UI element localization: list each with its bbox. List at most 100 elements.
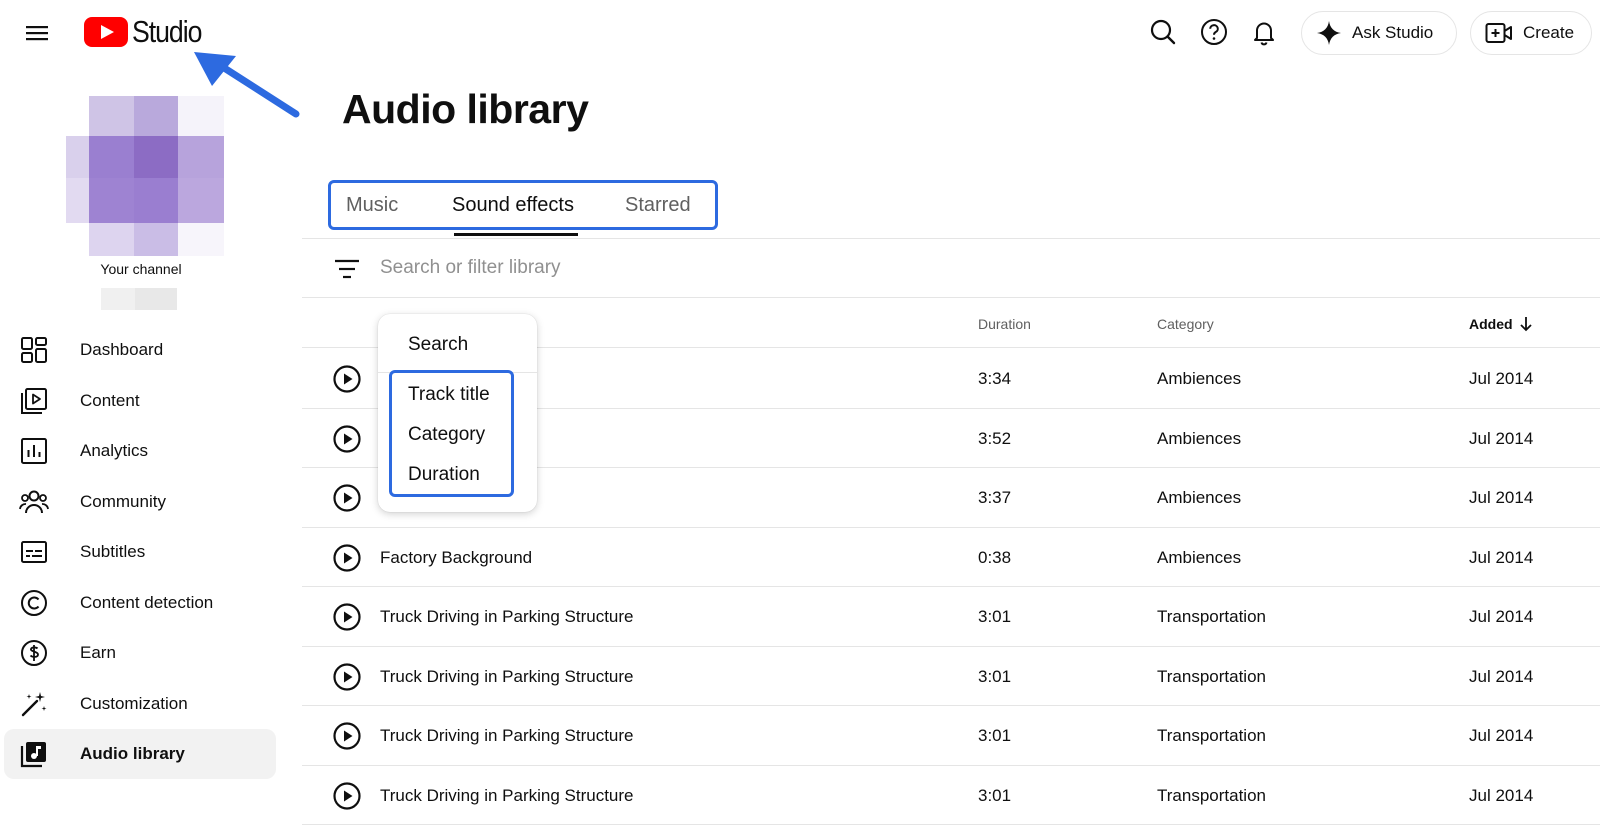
track-title: Truck Driving in Parking Structure xyxy=(380,666,634,686)
youtube-logo-icon xyxy=(84,17,128,47)
table-row[interactable]: Factory Background 0:38 Ambiences Jul 20… xyxy=(302,528,1600,587)
filter-bar xyxy=(302,239,1600,298)
sidebar-item-community[interactable]: Community xyxy=(4,477,276,527)
your-channel-label: Your channel xyxy=(100,261,182,277)
track-category: Ambiences xyxy=(1157,547,1242,567)
play-icon[interactable] xyxy=(332,662,362,692)
create-label: Create xyxy=(1523,23,1575,42)
sidebar-item-content-detection[interactable]: Content detection xyxy=(4,578,276,628)
tab-sound-effects[interactable]: Sound effects xyxy=(452,183,574,233)
sidebar-item-customization[interactable]: Customization xyxy=(4,679,276,729)
track-category: Transportation xyxy=(1157,726,1266,745)
copyright-icon xyxy=(19,588,49,618)
sidebar-item-audio-library[interactable]: Audio library xyxy=(4,729,276,779)
menu-item-track-title[interactable]: Track title xyxy=(408,384,490,406)
sidebar-item-analytics[interactable]: Analytics xyxy=(4,426,276,476)
track-category: Ambiences xyxy=(1157,428,1242,448)
track-added: Jul 2014 xyxy=(1469,369,1534,388)
track-category: Ambiences xyxy=(1157,369,1242,388)
ask-studio-button[interactable]: Ask Studio xyxy=(1301,11,1457,55)
play-icon[interactable] xyxy=(332,781,362,811)
track-duration: 3:52 xyxy=(978,428,1012,448)
play-icon[interactable] xyxy=(332,424,362,454)
menu-icon[interactable] xyxy=(22,18,52,48)
track-title: Truck Driving in Parking Structure xyxy=(380,785,634,805)
track-category: Transportation xyxy=(1157,666,1266,686)
audio-library-icon xyxy=(19,739,49,769)
column-header-added[interactable]: Added xyxy=(1469,316,1533,332)
sidebar-item-subtitles[interactable]: Subtitles xyxy=(4,527,276,577)
filter-icon[interactable] xyxy=(332,256,362,282)
play-icon[interactable] xyxy=(332,364,362,394)
track-duration: 3:01 xyxy=(978,726,1012,745)
tab-bar: Music Sound effects Starred xyxy=(328,180,718,230)
subtitles-icon xyxy=(19,537,49,567)
analytics-icon xyxy=(19,436,49,466)
play-icon[interactable] xyxy=(332,721,362,751)
track-duration: 3:34 xyxy=(978,369,1012,388)
search-input[interactable] xyxy=(380,251,980,285)
play-icon[interactable] xyxy=(332,483,362,513)
sidebar-item-label: Audio library xyxy=(80,744,185,763)
sidebar-item-label: Community xyxy=(80,491,166,511)
track-added: Jul 2014 xyxy=(1469,428,1534,448)
sidebar-item-label: Earn xyxy=(80,643,116,662)
track-duration: 3:01 xyxy=(978,666,1012,686)
table-row[interactable]: Truck Driving in Parking Structure 3:01 … xyxy=(302,587,1600,647)
table-row[interactable]: Truck Driving in Parking Structure 3:01 … xyxy=(302,766,1600,825)
sidebar-nav: Dashboard Content Analytics Community Su… xyxy=(4,325,276,780)
menu-item-search[interactable]: Search xyxy=(408,334,468,356)
dollar-icon xyxy=(19,638,49,668)
track-duration: 3:01 xyxy=(978,785,1012,805)
sidebar: Your channel Dashboard Content Analytics xyxy=(0,66,282,837)
menu-item-category[interactable]: Category xyxy=(408,424,485,446)
magic-wand-icon xyxy=(19,689,49,719)
track-duration: 3:01 xyxy=(978,607,1012,626)
sidebar-item-earn[interactable]: Earn xyxy=(4,628,276,678)
column-header-category[interactable]: Category xyxy=(1157,316,1214,332)
active-tab-indicator xyxy=(454,233,578,236)
sparkle-icon xyxy=(1317,21,1341,45)
page-title: Audio library xyxy=(342,86,589,132)
play-icon[interactable] xyxy=(332,602,362,632)
track-category: Ambiences xyxy=(1157,488,1242,507)
track-added: Jul 2014 xyxy=(1469,726,1534,745)
search-icon[interactable] xyxy=(1147,16,1179,48)
create-button[interactable]: Create xyxy=(1470,11,1592,55)
content-icon xyxy=(19,386,49,416)
track-title: Truck Driving in Parking Structure xyxy=(380,607,634,626)
sidebar-item-label: Dashboard xyxy=(80,340,164,359)
help-icon[interactable] xyxy=(1198,16,1230,48)
track-category: Transportation xyxy=(1157,785,1266,805)
menu-item-duration[interactable]: Duration xyxy=(408,464,480,486)
community-icon xyxy=(19,487,49,517)
column-header-duration[interactable]: Duration xyxy=(978,316,1031,332)
track-added: Jul 2014 xyxy=(1469,607,1534,626)
sidebar-item-label: Content detection xyxy=(80,592,214,612)
track-title: Truck Driving in Parking Structure xyxy=(380,726,634,745)
table-row[interactable]: Truck Driving in Parking Structure 3:01 … xyxy=(302,706,1600,766)
channel-avatar[interactable] xyxy=(66,96,224,256)
create-video-icon xyxy=(1485,23,1512,43)
tab-starred[interactable]: Starred xyxy=(625,183,691,233)
sidebar-item-content[interactable]: Content xyxy=(4,376,276,426)
track-added: Jul 2014 xyxy=(1469,488,1534,507)
sidebar-item-label: Analytics xyxy=(80,441,149,460)
logo-text: Studio xyxy=(132,14,202,49)
dashboard-icon xyxy=(19,335,49,365)
tab-music[interactable]: Music xyxy=(346,183,398,233)
track-added: Jul 2014 xyxy=(1469,547,1534,567)
channel-name-redacted xyxy=(101,288,177,310)
bell-icon[interactable] xyxy=(1248,16,1280,48)
track-duration: 0:38 xyxy=(978,547,1012,567)
studio-logo[interactable]: Studio xyxy=(84,12,213,52)
track-added: Jul 2014 xyxy=(1469,666,1534,686)
arrow-down-icon xyxy=(1519,317,1532,332)
track-added: Jul 2014 xyxy=(1469,785,1534,805)
main-content: Audio library Music Sound effects Starre… xyxy=(302,66,1600,837)
play-icon[interactable] xyxy=(332,543,362,573)
sidebar-item-dashboard[interactable]: Dashboard xyxy=(4,325,276,375)
table-row[interactable]: Truck Driving in Parking Structure 3:01 … xyxy=(302,647,1600,706)
column-header-added-label: Added xyxy=(1469,316,1513,332)
track-duration: 3:37 xyxy=(978,488,1012,507)
